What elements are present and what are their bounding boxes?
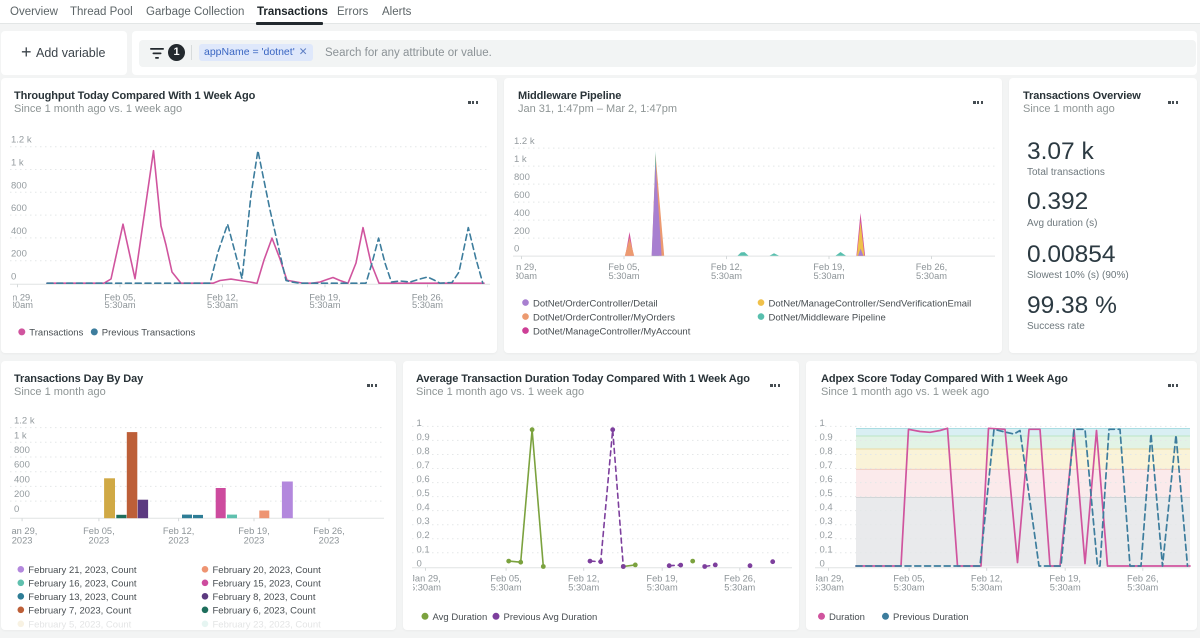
svg-text:5:30am: 5:30am bbox=[207, 300, 238, 310]
svg-text:Previous Avg Duration: Previous Avg Duration bbox=[504, 612, 598, 623]
svg-text:2023: 2023 bbox=[244, 535, 265, 545]
svg-text:5:30am: 5:30am bbox=[608, 271, 639, 281]
svg-text:0.6: 0.6 bbox=[417, 474, 430, 485]
svg-text:Avg Duration: Avg Duration bbox=[433, 612, 488, 623]
svg-text:DotNet/ManageController/MyAcco: DotNet/ManageController/MyAccount bbox=[533, 326, 691, 337]
svg-text:5:30am: 5:30am bbox=[104, 300, 135, 310]
svg-text:0.8: 0.8 bbox=[417, 446, 430, 457]
svg-text:DotNet/Middleware Pipeline: DotNet/Middleware Pipeline bbox=[769, 312, 886, 323]
svg-text:February 6, 2023, Count: February 6, 2023, Count bbox=[213, 606, 316, 617]
svg-text:2023: 2023 bbox=[168, 535, 189, 545]
svg-text:400: 400 bbox=[11, 226, 27, 237]
svg-text:5:30am: 5:30am bbox=[916, 271, 947, 281]
svg-text:DotNet/ManageController/SendVe: DotNet/ManageController/SendVerification… bbox=[769, 298, 972, 309]
svg-text:5:30am: 5:30am bbox=[647, 582, 678, 592]
svg-text:February 16, 2023, Count: February 16, 2023, Count bbox=[28, 579, 137, 590]
svg-text:0.7: 0.7 bbox=[820, 460, 833, 471]
svg-text:February 21, 2023, Count: February 21, 2023, Count bbox=[28, 565, 137, 576]
svg-text:1 k: 1 k bbox=[514, 154, 527, 165]
svg-text:0.7: 0.7 bbox=[417, 460, 430, 471]
svg-text:DotNet/OrderController/MyOrder: DotNet/OrderController/MyOrders bbox=[533, 312, 675, 323]
svg-text:2023: 2023 bbox=[89, 535, 110, 545]
svg-text:0.4: 0.4 bbox=[417, 502, 430, 513]
svg-text:1.2 k: 1.2 k bbox=[514, 136, 535, 147]
svg-text:0.5: 0.5 bbox=[417, 488, 430, 499]
svg-text:February 20, 2023, Count: February 20, 2023, Count bbox=[213, 565, 322, 576]
svg-text:0.2: 0.2 bbox=[820, 530, 833, 541]
svg-text:Previous Transactions: Previous Transactions bbox=[102, 328, 196, 339]
svg-text:600: 600 bbox=[11, 203, 27, 214]
svg-text:400: 400 bbox=[514, 208, 530, 219]
svg-text:0.4: 0.4 bbox=[820, 502, 833, 513]
svg-text:5:30am: 5:30am bbox=[711, 271, 742, 281]
svg-text:5:30am: 5:30am bbox=[894, 582, 925, 592]
svg-text:1 k: 1 k bbox=[14, 430, 27, 441]
svg-text:0.3: 0.3 bbox=[417, 516, 430, 527]
svg-text:800: 800 bbox=[514, 172, 530, 183]
svg-text:1.2 k: 1.2 k bbox=[14, 416, 35, 427]
svg-text:0.6: 0.6 bbox=[820, 474, 833, 485]
svg-text:0.9: 0.9 bbox=[820, 432, 833, 443]
svg-text:DotNet/OrderController/Detail: DotNet/OrderController/Detail bbox=[533, 298, 658, 309]
svg-text:800: 800 bbox=[11, 180, 27, 191]
svg-text:1 k: 1 k bbox=[11, 158, 24, 169]
svg-text:Previous Duration: Previous Duration bbox=[893, 612, 969, 623]
svg-text:200: 200 bbox=[11, 249, 27, 260]
svg-text:0.2: 0.2 bbox=[417, 530, 430, 541]
svg-text:200: 200 bbox=[14, 489, 30, 500]
svg-text:5:30am: 5:30am bbox=[506, 271, 537, 281]
svg-text:2023: 2023 bbox=[319, 535, 340, 545]
svg-text:0.9: 0.9 bbox=[417, 432, 430, 443]
svg-text:5:30am: 5:30am bbox=[568, 582, 599, 592]
svg-text:0.3: 0.3 bbox=[820, 516, 833, 527]
svg-text:February 5, 2023, Count: February 5, 2023, Count bbox=[28, 620, 131, 631]
svg-text:5:30am: 5:30am bbox=[724, 582, 755, 592]
svg-text:5:30am: 5:30am bbox=[1050, 582, 1081, 592]
svg-text:0.1: 0.1 bbox=[820, 544, 833, 555]
svg-text:200: 200 bbox=[514, 226, 530, 237]
svg-text:0: 0 bbox=[11, 272, 16, 283]
svg-text:5:30am: 5:30am bbox=[813, 271, 844, 281]
svg-text:February 7, 2023, Count: February 7, 2023, Count bbox=[28, 606, 131, 617]
svg-text:600: 600 bbox=[514, 190, 530, 201]
svg-text:Duration: Duration bbox=[829, 612, 865, 623]
svg-text:0.8: 0.8 bbox=[820, 446, 833, 457]
svg-text:2023: 2023 bbox=[12, 535, 33, 545]
svg-text:February 15, 2023, Count: February 15, 2023, Count bbox=[213, 579, 322, 590]
svg-text:0: 0 bbox=[820, 558, 825, 569]
svg-text:600: 600 bbox=[14, 460, 30, 471]
svg-text:February 8, 2023, Count: February 8, 2023, Count bbox=[213, 592, 316, 603]
svg-text:5:30am: 5:30am bbox=[410, 582, 441, 592]
svg-text:0.1: 0.1 bbox=[417, 544, 430, 555]
svg-text:Transactions: Transactions bbox=[29, 328, 83, 339]
svg-text:5:30am: 5:30am bbox=[2, 300, 33, 310]
svg-text:1.2 k: 1.2 k bbox=[11, 135, 32, 146]
svg-text:February 23, 2023, Count: February 23, 2023, Count bbox=[213, 620, 322, 631]
svg-text:0: 0 bbox=[514, 243, 519, 254]
svg-text:1: 1 bbox=[820, 418, 825, 429]
svg-text:5:30am: 5:30am bbox=[309, 300, 340, 310]
svg-text:5:30am: 5:30am bbox=[971, 582, 1002, 592]
svg-text:5:30am: 5:30am bbox=[491, 582, 522, 592]
svg-text:5:30am: 5:30am bbox=[1127, 582, 1158, 592]
svg-text:0: 0 bbox=[14, 504, 19, 515]
svg-text:800: 800 bbox=[14, 445, 30, 456]
svg-text:400: 400 bbox=[14, 474, 30, 485]
svg-text:0.5: 0.5 bbox=[820, 488, 833, 499]
svg-text:0: 0 bbox=[417, 558, 422, 569]
svg-text:5:30am: 5:30am bbox=[813, 582, 844, 592]
svg-text:February 13, 2023, Count: February 13, 2023, Count bbox=[28, 592, 137, 603]
svg-text:5:30am: 5:30am bbox=[412, 300, 443, 310]
svg-text:1: 1 bbox=[417, 418, 422, 429]
